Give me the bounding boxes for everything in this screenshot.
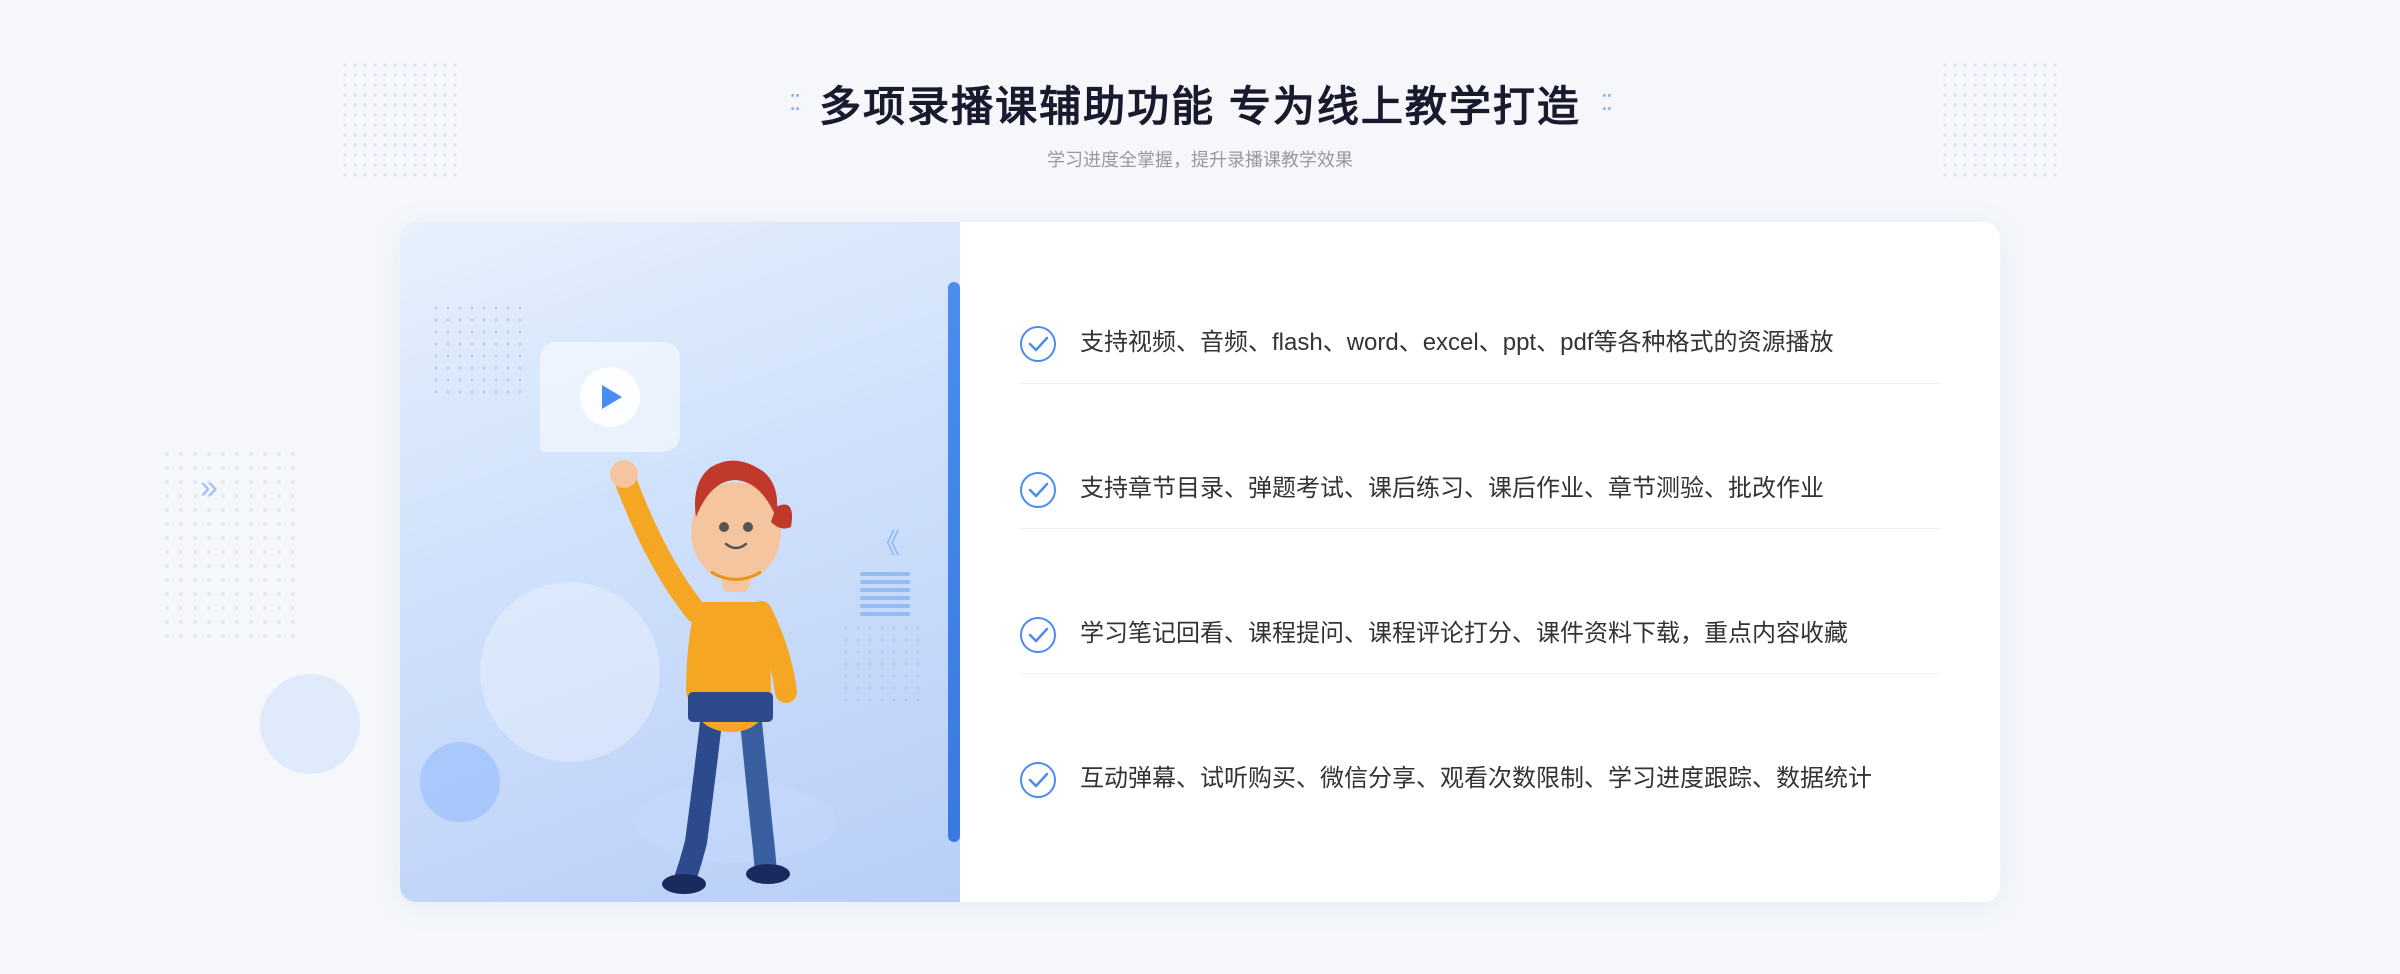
feature-text-4: 互动弹幕、试听购买、微信分享、观看次数限制、学习进度跟踪、数据统计 — [1080, 760, 1872, 798]
title-decoration: ⁚⁚ 多项录播课辅助功能 专为线上教学打造 ⁚⁚ — [789, 73, 1611, 134]
circle-deco-2 — [420, 742, 500, 822]
content-card: 《 — [400, 222, 2000, 902]
blue-accent-bar — [948, 282, 960, 842]
human-figure-illustration — [596, 402, 876, 902]
check-icon-1 — [1020, 326, 1056, 362]
title-deco-left: ⁚⁚ — [789, 90, 799, 116]
page-container: » ⁚⁚ 多项录播课辅助功能 专为线上教学打造 ⁚⁚ 学习进度全掌握，提升录播课… — [0, 0, 2400, 974]
deco-dots-right — [1940, 60, 2060, 180]
title-deco-right: ⁚⁚ — [1601, 90, 1611, 116]
title-section: ⁚⁚ 多项录播课辅助功能 专为线上教学打造 ⁚⁚ 学习进度全掌握，提升录播课教学… — [789, 73, 1611, 172]
feature-item-2: 支持章节目录、弹题考试、课后练习、课后作业、章节测验、批改作业 — [1020, 450, 1940, 529]
illus-dots-1 — [430, 302, 530, 402]
chevron-right-icon: 《 — [872, 522, 900, 562]
feature-text-2: 支持章节目录、弹题考试、课后练习、课后作业、章节测验、批改作业 — [1080, 470, 1824, 508]
main-title: 多项录播课辅助功能 专为线上教学打造 — [819, 73, 1581, 134]
subtitle: 学习进度全掌握，提升录播课教学效果 — [789, 146, 1611, 172]
check-icon-2 — [1020, 472, 1056, 508]
feature-text-3: 学习笔记回看、课程提问、课程评论打分、课件资料下载，重点内容收藏 — [1080, 615, 1848, 653]
features-area: 支持视频、音频、flash、word、excel、ppt、pdf等各种格式的资源… — [960, 222, 2000, 902]
feature-text-1: 支持视频、音频、flash、word、excel、ppt、pdf等各种格式的资源… — [1080, 324, 1833, 362]
feature-item-3: 学习笔记回看、课程提问、课程评论打分、课件资料下载，重点内容收藏 — [1020, 595, 1940, 674]
illustration-area: 《 — [400, 222, 960, 902]
page-chevron-left: » — [200, 469, 218, 506]
check-icon-3 — [1020, 617, 1056, 653]
feature-item-4: 互动弹幕、试听购买、微信分享、观看次数限制、学习进度跟踪、数据统计 — [1020, 740, 1940, 818]
deco-dots-bg-left — [160, 447, 300, 647]
deco-dots-left — [340, 60, 460, 180]
feature-item-1: 支持视频、音频、flash、word、excel、ppt、pdf等各种格式的资源… — [1020, 304, 1940, 383]
deco-circle-left — [260, 674, 360, 774]
check-icon-4 — [1020, 762, 1056, 798]
